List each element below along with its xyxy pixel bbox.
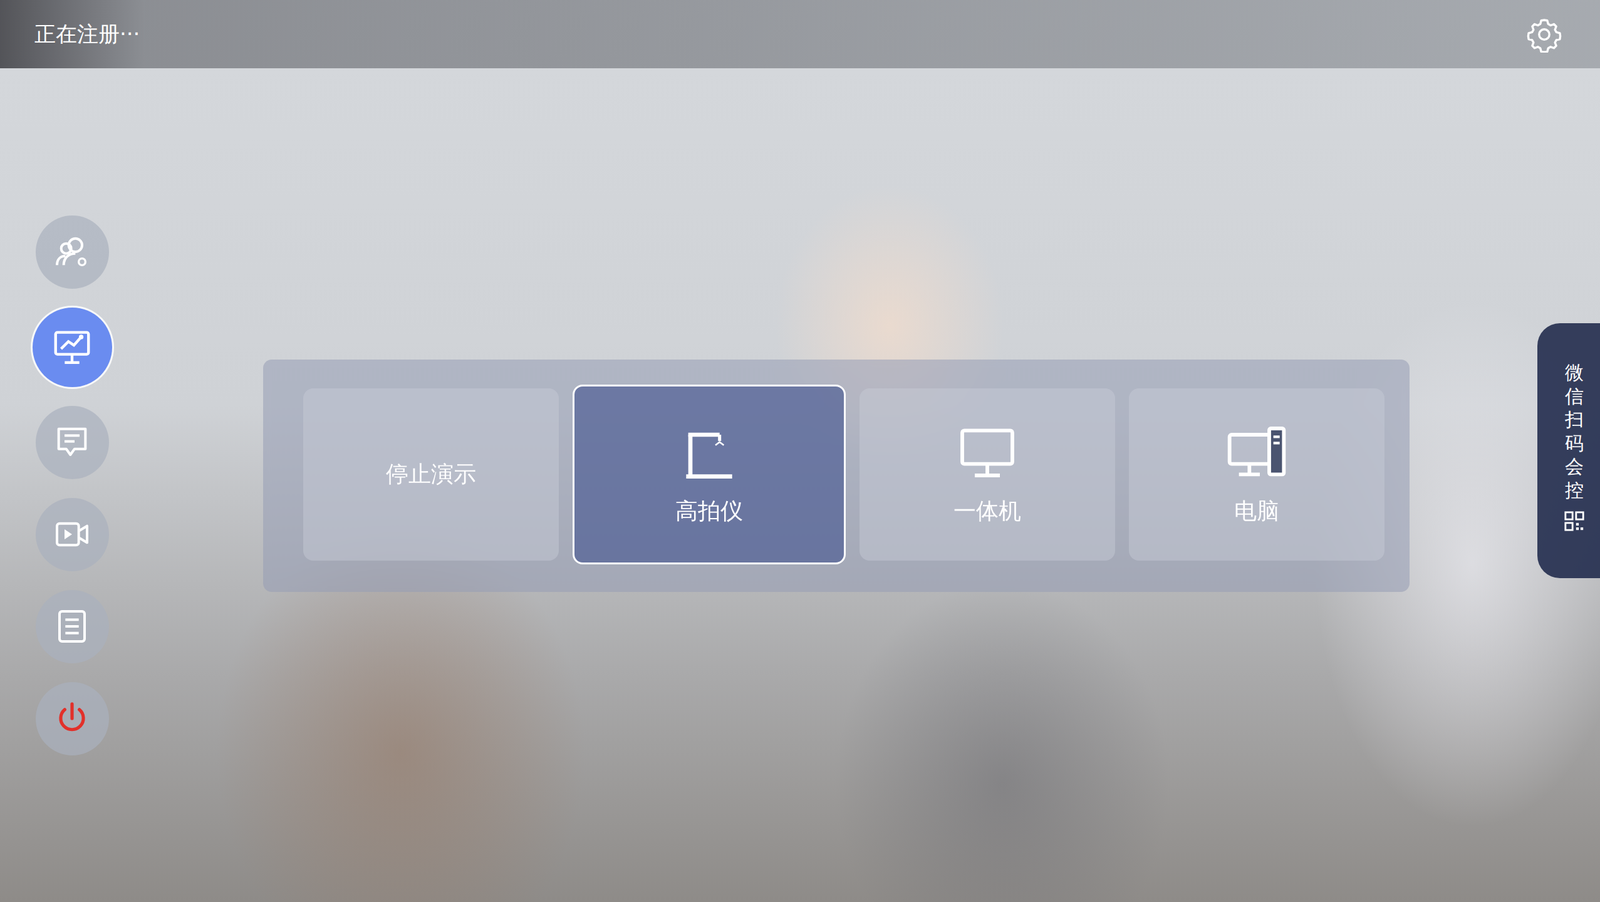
sidebar: [31, 215, 113, 756]
source-label: 停止演示: [385, 459, 477, 490]
source-label: 高拍仪: [675, 496, 743, 527]
presentation-icon: [50, 325, 94, 369]
status-text: 正在注册···: [34, 20, 140, 49]
source-card[interactable]: 电脑: [1128, 388, 1385, 561]
sidebar-item[interactable]: [35, 405, 110, 480]
chat-icon: [51, 422, 93, 463]
list-icon: [51, 606, 93, 647]
source-label: 电脑: [1234, 496, 1280, 527]
source-card[interactable]: 一体机: [859, 388, 1116, 561]
video-icon: [51, 514, 93, 555]
source-card[interactable]: 高拍仪: [572, 384, 846, 565]
sidebar-item[interactable]: [32, 307, 113, 388]
sidebar-item[interactable]: [35, 215, 110, 289]
top-bar: 正在注册···: [0, 0, 1600, 69]
source-panel: 停止演示 高拍仪 一体机 电脑: [263, 359, 1410, 593]
side-tab-label: 微信扫码会控: [1564, 360, 1584, 502]
sidebar-item[interactable]: [35, 590, 110, 664]
monitor-icon: [949, 422, 1025, 485]
participants-icon: [51, 231, 93, 272]
content-area: 停止演示 高拍仪 一体机 电脑 微信扫码会控: [0, 68, 1600, 902]
wechat-control-tab[interactable]: 微信扫码会控: [1537, 323, 1600, 579]
document-camera-icon: [677, 422, 741, 485]
screen: 正在注册··· 停止演示 高拍仪 一体机 电脑 微信扫码会控: [0, 0, 1600, 902]
qr-code-icon: [1563, 510, 1585, 532]
source-label: 一体机: [953, 496, 1022, 527]
gear-icon[interactable]: [1526, 16, 1563, 53]
sidebar-item[interactable]: [35, 498, 110, 572]
desktop-computer-icon: [1215, 422, 1298, 485]
sidebar-item[interactable]: [35, 682, 110, 756]
power-icon: [52, 699, 92, 738]
source-card[interactable]: 停止演示: [303, 388, 559, 561]
